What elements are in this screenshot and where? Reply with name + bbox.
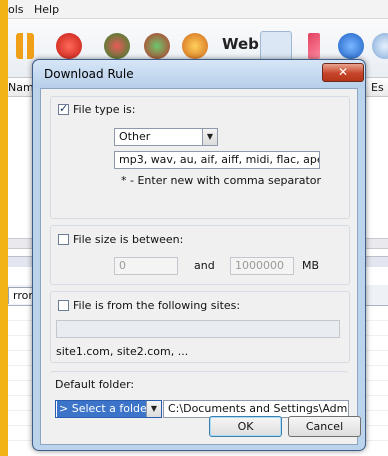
stop-icon[interactable] xyxy=(56,33,82,59)
file-type-group: File type is: Other ▼ mp3, wav, au, aif,… xyxy=(50,96,350,219)
file-type-dropdown[interactable]: Other ▼ xyxy=(114,128,218,146)
menu-tools[interactable]: ols xyxy=(8,3,24,16)
info-icon[interactable] xyxy=(338,33,364,59)
sites-group: File is from the following sites: site1.… xyxy=(50,291,350,363)
folder-select-dropdown[interactable]: > Select a folder ▼ xyxy=(55,400,162,418)
file-size-group: File size is between: 0 and 1000000 MB xyxy=(50,225,350,285)
default-folder-label: Default folder: xyxy=(55,378,135,391)
close-button[interactable]: ✕ xyxy=(322,63,364,82)
ok-button[interactable]: OK xyxy=(209,416,282,437)
file-size-checkbox[interactable] xyxy=(58,234,69,245)
file-size-min-input[interactable]: 0 xyxy=(114,257,178,275)
pause-icon[interactable] xyxy=(16,33,34,59)
sites-checkbox[interactable] xyxy=(58,300,69,311)
column-es[interactable]: Es xyxy=(371,81,384,94)
chevron-down-icon: ▼ xyxy=(146,401,161,417)
sites-hint: site1.com, site2.com, ... xyxy=(56,345,189,358)
bookmark-icon[interactable] xyxy=(308,33,320,59)
menu-bar: ols Help xyxy=(8,0,388,19)
restart-icon[interactable] xyxy=(144,33,170,59)
extensions-hint: * - Enter new with comma separator xyxy=(121,174,322,187)
menu-help[interactable]: Help xyxy=(34,3,59,16)
dialog-body: File type is: Other ▼ mp3, wav, au, aif,… xyxy=(40,88,361,445)
start-icon[interactable] xyxy=(104,33,130,59)
and-label: and xyxy=(194,259,215,272)
sites-label: File is from the following sites: xyxy=(73,299,241,312)
folder-select-label: > Select a folder xyxy=(57,401,154,417)
find-icon[interactable] xyxy=(372,33,388,59)
download-rule-dialog: Download Rule ✕ File type is: Other ▼ mp… xyxy=(32,59,366,451)
size-unit-label: MB xyxy=(302,259,320,272)
cancel-button[interactable]: Cancel xyxy=(288,416,361,437)
file-size-label: File size is between: xyxy=(73,233,184,246)
file-type-label: File type is: xyxy=(73,103,136,116)
chevron-down-icon: ▼ xyxy=(202,129,217,145)
extensions-input[interactable]: mp3, wav, au, aif, aiff, midi, flac, ape… xyxy=(114,151,320,169)
sites-input[interactable] xyxy=(56,320,340,338)
file-type-selected: Other xyxy=(119,130,151,143)
dialog-title: Download Rule xyxy=(44,67,134,81)
file-size-max-input[interactable]: 1000000 xyxy=(230,257,294,275)
scheduler-icon[interactable] xyxy=(182,33,208,59)
file-type-checkbox[interactable] xyxy=(58,102,69,115)
web-icon[interactable]: Web xyxy=(222,35,259,57)
dialog-titlebar[interactable]: Download Rule ✕ xyxy=(33,60,365,88)
